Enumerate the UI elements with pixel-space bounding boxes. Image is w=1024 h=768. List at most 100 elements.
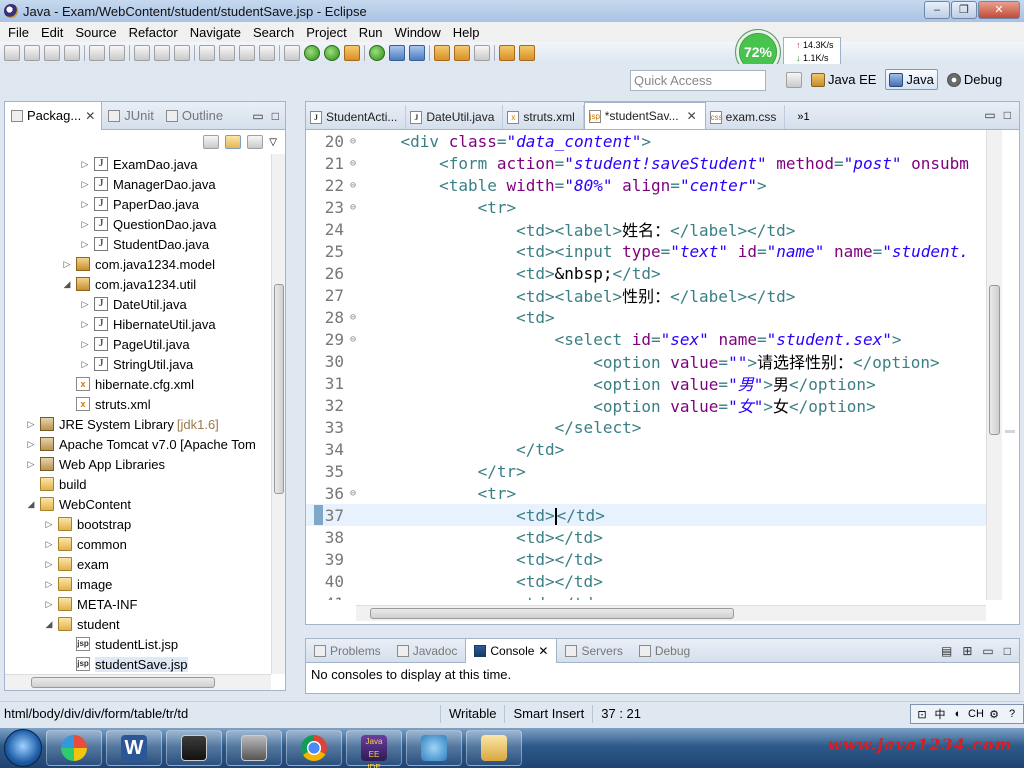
- collapsed-arrow-icon[interactable]: ▷: [79, 159, 91, 170]
- ime-icon[interactable]: ⊡: [914, 708, 930, 721]
- ime-mode[interactable]: 中: [932, 706, 948, 722]
- taskbar-app-javaee-ide[interactable]: Java EE IDE: [346, 730, 402, 768]
- collapsed-arrow-icon[interactable]: ▷: [79, 239, 91, 250]
- display-console-icon[interactable]: ▤: [941, 644, 952, 658]
- tree-item[interactable]: ▷ Web App Libraries: [5, 454, 271, 474]
- resume-icon[interactable]: [199, 45, 215, 61]
- fold-toggle-icon[interactable]: ⊖: [344, 488, 362, 499]
- editor-tab[interactable]: css exam.css: [706, 105, 786, 129]
- redo-icon[interactable]: [154, 45, 170, 61]
- run-icon[interactable]: [324, 45, 340, 61]
- open-perspective-icon[interactable]: [786, 71, 802, 88]
- tree-item[interactable]: ▷ image: [5, 574, 271, 594]
- tree-item[interactable]: ▷ J QuestionDao.java: [5, 214, 271, 234]
- new-class-icon[interactable]: [409, 45, 425, 61]
- overview-marker[interactable]: [1005, 430, 1015, 433]
- fold-toggle-icon[interactable]: ⊖: [344, 136, 362, 147]
- editor-tab[interactable]: J StudentActi...: [306, 105, 407, 129]
- quick-access-input[interactable]: Quick Access: [630, 70, 766, 91]
- collapsed-arrow-icon[interactable]: ▷: [79, 199, 91, 210]
- link-with-editor-icon[interactable]: [225, 135, 242, 149]
- package-horizontal-scrollbar[interactable]: [5, 674, 271, 690]
- tab-outline[interactable]: Outline: [160, 102, 229, 130]
- close-tab-icon[interactable]: ✕: [687, 109, 697, 123]
- taskbar-app-dolphin[interactable]: [406, 730, 462, 766]
- ime-help[interactable]: ?: [1004, 708, 1020, 720]
- tab-packag[interactable]: Packag... ✕: [5, 101, 103, 130]
- minimize-button[interactable]: –: [924, 1, 950, 19]
- tree-item[interactable]: ▷ exam: [5, 554, 271, 574]
- menu-item-search[interactable]: Search: [247, 25, 300, 40]
- pencil-icon[interactable]: [474, 45, 490, 61]
- tool-icon[interactable]: [109, 45, 125, 61]
- tree-item[interactable]: ▷ common: [5, 534, 271, 554]
- taskbar-app-console[interactable]: [166, 730, 222, 766]
- editor-tab[interactable]: jsp *studentSav... ✕: [583, 102, 706, 129]
- tab-problems[interactable]: Problems: [306, 639, 389, 663]
- scroll-thumb[interactable]: [989, 285, 1000, 435]
- skip-breakpoints-icon[interactable]: [284, 45, 300, 61]
- menu-item-window[interactable]: Window: [389, 25, 447, 40]
- suspend-icon[interactable]: [219, 45, 235, 61]
- perspective-java[interactable]: Java: [885, 69, 938, 90]
- scroll-thumb[interactable]: [370, 608, 734, 619]
- tab-servers[interactable]: Servers: [557, 639, 630, 663]
- build-icon[interactable]: [89, 45, 105, 61]
- previous-annotation-icon[interactable]: [519, 45, 535, 61]
- collapsed-arrow-icon[interactable]: ▷: [25, 439, 37, 450]
- taskbar-app-chrome[interactable]: [286, 730, 342, 766]
- collapsed-arrow-icon[interactable]: ▷: [43, 519, 55, 530]
- menu-item-refactor[interactable]: Refactor: [123, 25, 184, 40]
- editor-horizontal-scrollbar[interactable]: [356, 605, 986, 621]
- editor-tab[interactable]: x struts.xml: [503, 105, 584, 129]
- collapse-all-icon[interactable]: [203, 135, 220, 149]
- menu-item-source[interactable]: Source: [69, 25, 122, 40]
- maximize-view-icon[interactable]: □: [1004, 644, 1011, 658]
- collapsed-arrow-icon[interactable]: ▷: [43, 559, 55, 570]
- tree-item[interactable]: ▷ J ManagerDao.java: [5, 174, 271, 194]
- tab-console[interactable]: Console ✕: [465, 638, 558, 663]
- tree-item[interactable]: ▷ J DateUtil.java: [5, 294, 271, 314]
- tab-debug[interactable]: Debug: [631, 639, 698, 663]
- collapsed-arrow-icon[interactable]: ▷: [79, 319, 91, 330]
- menu-item-edit[interactable]: Edit: [35, 25, 69, 40]
- tree-item[interactable]: ▷ J HibernateUtil.java: [5, 314, 271, 334]
- start-button[interactable]: [4, 729, 42, 767]
- ime-lang[interactable]: CH: [968, 708, 984, 720]
- tree-item[interactable]: ▷ Apache Tomcat v7.0 [Apache Tom: [5, 434, 271, 454]
- collapsed-arrow-icon[interactable]: ▷: [43, 579, 55, 590]
- fold-toggle-icon[interactable]: ⊖: [344, 180, 362, 191]
- collapsed-arrow-icon[interactable]: ▷: [79, 299, 91, 310]
- menu-item-project[interactable]: Project: [300, 25, 352, 40]
- tree-item[interactable]: ▷ META-INF: [5, 594, 271, 614]
- perspective-java-ee[interactable]: Java EE: [808, 70, 879, 89]
- menu-item-help[interactable]: Help: [447, 25, 486, 40]
- print-icon[interactable]: [64, 45, 80, 61]
- maximize-editor-icon[interactable]: □: [1004, 108, 1011, 122]
- tab-junit[interactable]: JUnit: [102, 102, 160, 130]
- tab-javadoc[interactable]: Javadoc: [389, 639, 466, 663]
- taskbar-app-explorer[interactable]: [466, 730, 522, 766]
- editor-vertical-scrollbar[interactable]: [986, 130, 1002, 600]
- view-menu-icon[interactable]: [247, 135, 264, 149]
- expanded-arrow-icon[interactable]: ◢: [61, 279, 73, 290]
- fold-toggle-icon[interactable]: ⊖: [344, 334, 362, 345]
- minimize-editor-icon[interactable]: ▭: [984, 108, 995, 122]
- fold-toggle-icon[interactable]: ⊖: [344, 312, 362, 323]
- debug-icon[interactable]: [304, 45, 320, 61]
- minimize-view-icon[interactable]: ▭: [252, 109, 263, 123]
- search-icon[interactable]: [454, 45, 470, 61]
- view-menu-chevron-icon[interactable]: ▽: [269, 137, 277, 148]
- new-java-project-icon[interactable]: [369, 45, 385, 61]
- maximize-button[interactable]: ❐: [951, 1, 977, 19]
- step-icon[interactable]: [174, 45, 190, 61]
- minimize-view-icon[interactable]: ▭: [982, 644, 993, 658]
- collapsed-arrow-icon[interactable]: ▷: [79, 219, 91, 230]
- tree-item[interactable]: x hibernate.cfg.xml: [5, 374, 271, 394]
- save-all-icon[interactable]: [44, 45, 60, 61]
- expanded-arrow-icon[interactable]: ◢: [25, 499, 37, 510]
- ime-settings-icon[interactable]: ⚙: [986, 708, 1002, 721]
- package-vertical-scrollbar[interactable]: [271, 154, 285, 674]
- undo-icon[interactable]: [134, 45, 150, 61]
- menu-item-navigate[interactable]: Navigate: [184, 25, 247, 40]
